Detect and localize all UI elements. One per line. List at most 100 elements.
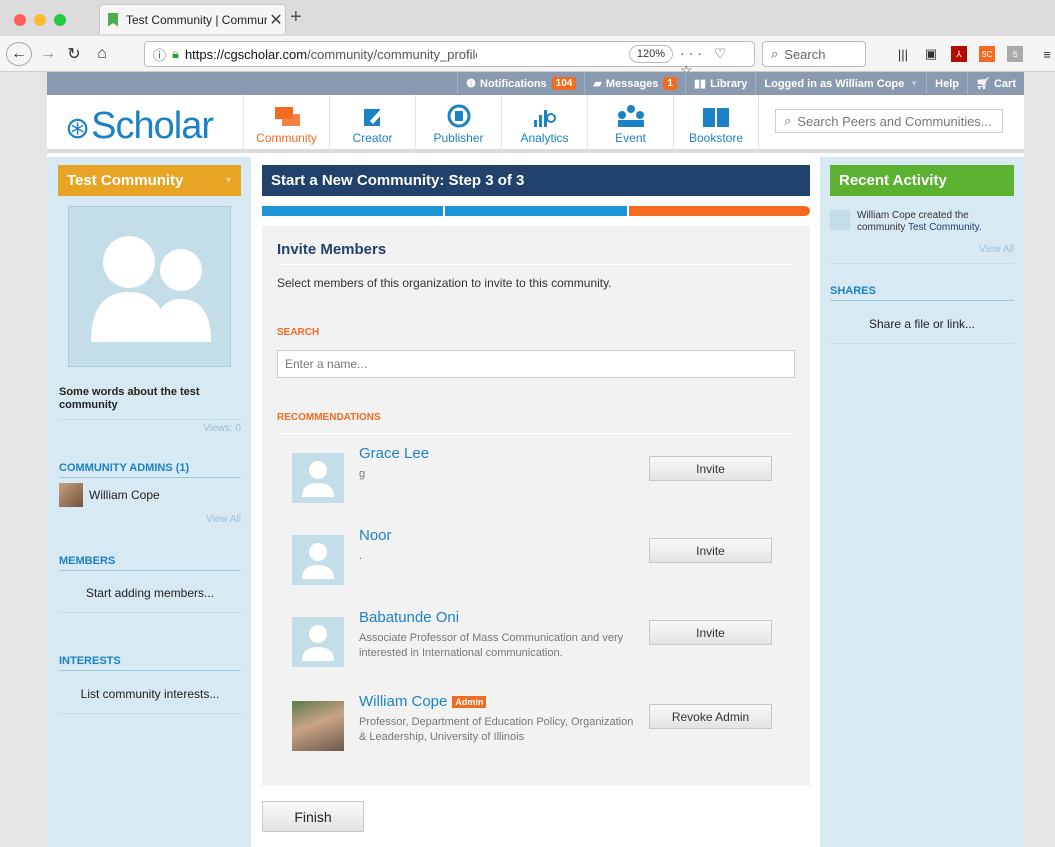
share-file-link[interactable]: Share a file or link... — [830, 317, 1014, 344]
member-name: Noor — [359, 527, 392, 544]
scholar-logo[interactable]: ⊛Scholar — [65, 105, 214, 148]
messages-count-badge: 1 — [663, 77, 677, 90]
browser-tab[interactable]: Test Community | Community | ✕ — [99, 4, 286, 34]
page-viewport: ❶ Notifications 104 ▰ Messages 1 ▮▮ Library L… — [0, 72, 1055, 847]
community-admins-heading: COMMUNITY ADMINS (1) — [59, 462, 241, 478]
user-menu[interactable]: Logged in as William Cope ▼ — [755, 72, 926, 95]
member-name-link[interactable]: William Cope Admin — [359, 693, 487, 710]
community-icon — [244, 104, 329, 128]
member-bio: g — [359, 468, 366, 480]
admin-badge: Admin — [452, 695, 487, 708]
admins-view-all-link[interactable]: View All — [59, 514, 241, 525]
help-link[interactable]: Help — [926, 72, 967, 95]
people-silhouette-icon — [91, 236, 211, 342]
nav-analytics[interactable]: Analytics — [501, 95, 587, 153]
name-search-input[interactable]: Enter a name... — [277, 350, 795, 378]
member-bio: Professor, Department of Education Polic… — [359, 716, 634, 743]
nav-publisher[interactable]: Publisher — [415, 95, 501, 153]
avatar-placeholder — [292, 617, 344, 667]
nav-publisher-label: Publisher — [433, 131, 484, 145]
list-item: Noor . Invite — [292, 527, 792, 595]
avatar-placeholder — [292, 535, 344, 585]
member-bio: . — [359, 550, 363, 562]
member-name-link[interactable]: Babatunde Oni — [359, 609, 459, 626]
nav-creator-label: Creator — [352, 131, 393, 145]
library-icon[interactable]: ||| — [895, 46, 911, 62]
minimize-window-button[interactable] — [34, 14, 46, 26]
browser-toolbar: ← → ↻ ⌂ ⓘ 🔒︎ https://cgscholar.com /comm… — [0, 36, 1055, 78]
admin-item[interactable]: William Cope — [59, 483, 160, 507]
messages-link[interactable]: ▰ Messages 1 — [584, 72, 685, 95]
extension-icon[interactable]: SC — [979, 46, 995, 62]
step-progress-bar — [262, 206, 810, 216]
reload-button[interactable]: ↻ — [64, 42, 84, 66]
member-name-link[interactable]: Grace Lee — [359, 445, 429, 462]
nav-event[interactable]: Event — [587, 95, 673, 153]
info-icon[interactable]: ⓘ — [153, 45, 166, 64]
interests-heading: INTERESTS — [59, 655, 241, 671]
invite-button[interactable]: Invite — [649, 538, 772, 563]
member-bio: Associate Professor of Mass Communicatio… — [359, 632, 624, 659]
browser-search-input[interactable]: ⌕ Search — [762, 41, 866, 67]
nav-community[interactable]: Community — [243, 95, 329, 153]
close-tab-icon[interactable]: ✕ — [267, 10, 285, 30]
cart-link[interactable]: 🛒︎ Cart — [967, 72, 1024, 95]
pdf-icon[interactable]: ⅄ — [951, 46, 967, 62]
recommendations-label: RECOMMENDATIONS — [277, 412, 381, 423]
publisher-icon — [416, 104, 501, 128]
maximize-window-button[interactable] — [54, 14, 66, 26]
home-icon[interactable]: ⌂ — [92, 42, 112, 66]
book-icon: ▮▮ — [693, 78, 707, 90]
list-interests-link[interactable]: List community interests... — [59, 687, 241, 714]
new-tab-button[interactable]: + — [290, 6, 302, 29]
menu-icon[interactable]: ≡ — [1039, 46, 1055, 62]
avatar-placeholder — [292, 453, 344, 503]
list-item: Babatunde Oni Associate Professor of Mas… — [292, 609, 792, 677]
left-sidebar: Test Community ▼ Some words about the te… — [47, 157, 251, 847]
forward-button[interactable]: → — [38, 42, 58, 66]
activity-view-all-link[interactable]: View All — [830, 244, 1014, 264]
logged-in-label: Logged in as William Cope — [764, 77, 905, 90]
invite-members-panel: Invite Members Select members of this or… — [262, 226, 810, 786]
recent-activity-heading: Recent Activity — [830, 165, 1014, 196]
member-name-link[interactable]: Noor — [359, 527, 392, 544]
invite-button[interactable]: Invite — [649, 620, 772, 645]
user-top-bar: ❶ Notifications 104 ▰ Messages 1 ▮▮ Library L… — [47, 72, 1024, 95]
views-count: Views: 0 — [59, 419, 241, 434]
community-title-dropdown[interactable]: Test Community ▼ — [58, 165, 241, 196]
nav-bookstore[interactable]: Bookstore — [673, 95, 759, 153]
name-search-placeholder: Enter a name... — [285, 357, 368, 371]
finish-button[interactable]: Finish — [262, 801, 364, 832]
member-name: Grace Lee — [359, 445, 430, 462]
bookmark-icon — [108, 12, 118, 27]
browser-tab-strip: Test Community | Community | ✕ + — [0, 0, 1055, 36]
activity-community-link[interactable]: Test Community. — [908, 222, 982, 233]
site-header: ⊛Scholar Community Creator Publisher Ana… — [47, 95, 1024, 153]
close-window-button[interactable] — [14, 14, 26, 26]
library-link[interactable]: ▮▮ Library — [684, 72, 755, 95]
progress-step-2 — [445, 206, 627, 216]
divider — [277, 433, 795, 434]
lock-icon: 🔒︎ — [172, 46, 179, 61]
extension-icon-2[interactable]: S — [1007, 46, 1023, 62]
sidebar-icon[interactable]: ▣ — [923, 46, 939, 62]
zoom-level[interactable]: 120% — [629, 45, 673, 63]
nav-analytics-label: Analytics — [520, 131, 569, 145]
notifications-link[interactable]: ❶ Notifications 104 — [457, 72, 584, 95]
logo-text: Scholar — [91, 105, 214, 147]
start-adding-members-link[interactable]: Start adding members... — [59, 586, 241, 613]
people-search-input[interactable]: ⌕ Search Peers and Communities... — [775, 109, 1003, 133]
search-label: SEARCH — [277, 327, 320, 338]
revoke-admin-button[interactable]: Revoke Admin — [649, 704, 772, 729]
nav-creator[interactable]: Creator — [329, 95, 415, 153]
step-heading: Start a New Community: Step 3 of 3 — [262, 165, 810, 196]
logo-mark-icon: ⊛ — [65, 112, 90, 145]
back-button[interactable]: ← — [6, 42, 32, 66]
url-path: /community/community_profiles/test-commu… — [307, 46, 477, 62]
url-bar[interactable]: ⓘ 🔒︎ https://cgscholar.com /community/co… — [144, 41, 755, 78]
invite-button[interactable]: Invite — [649, 456, 772, 481]
site-container: ❶ Notifications 104 ▰ Messages 1 ▮▮ Library L… — [47, 72, 1024, 847]
people-search-placeholder: Search Peers and Communities... — [797, 113, 992, 129]
right-sidebar: Recent Activity William Cope created the… — [820, 157, 1024, 847]
event-icon — [588, 104, 673, 128]
